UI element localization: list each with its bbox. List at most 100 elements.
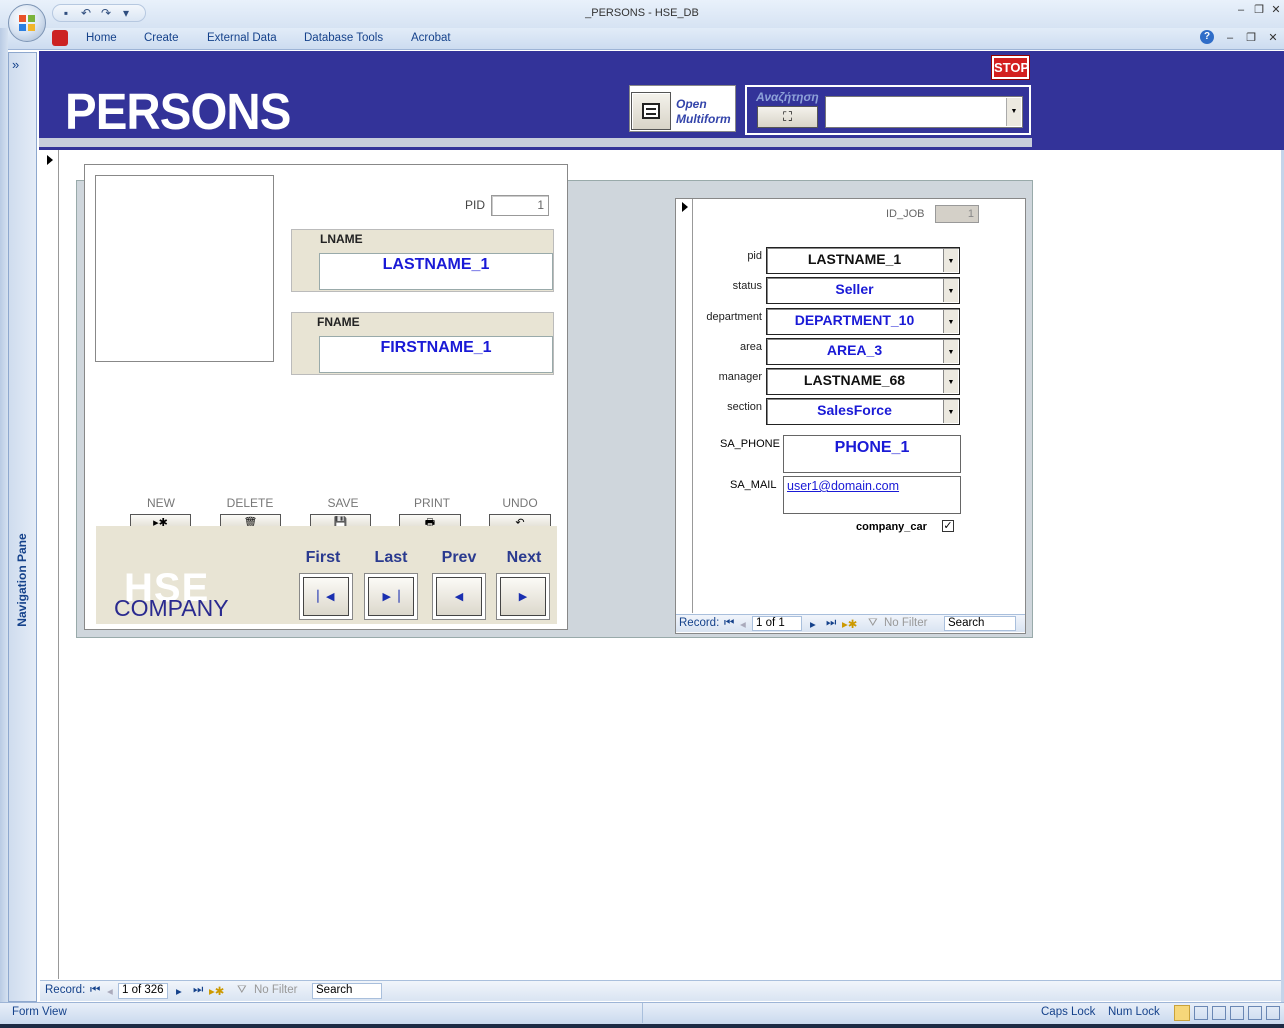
pid-field[interactable]: 1 [491, 195, 549, 216]
fname-label: FNAME [317, 315, 360, 329]
office-logo-icon [19, 15, 35, 31]
save-icon[interactable]: ▪ [59, 6, 73, 20]
prev-record-icon[interactable]: ◂ [107, 984, 113, 998]
first-record-icon: ▏◀ [303, 577, 349, 616]
last-label: Last [374, 549, 408, 566]
layout-view-icon[interactable] [1248, 1006, 1262, 1020]
navigation-pane-label: Navigation Pane [15, 533, 29, 627]
chevron-down-icon[interactable]: ▼ [943, 400, 958, 423]
tab-acrobat[interactable]: Acrobat [411, 32, 451, 44]
design-view-icon[interactable] [1266, 1006, 1280, 1020]
first-record-button[interactable]: ▏◀ [299, 573, 353, 620]
mail-field[interactable]: user1@domain.com [783, 476, 961, 514]
last-record-icon[interactable]: ⏭ [826, 617, 836, 630]
chevron-down-icon[interactable]: ▼ [943, 340, 958, 363]
status-divider [642, 1003, 643, 1023]
chevron-down-icon[interactable]: ▼ [1006, 98, 1021, 126]
area-label: area [739, 341, 762, 353]
undo-label: UNDO [502, 496, 538, 510]
current-record-icon [47, 155, 53, 165]
record-selector[interactable] [40, 150, 59, 979]
customize-qat-icon[interactable]: ▾ [119, 6, 133, 20]
prev-record-icon[interactable]: ◂ [740, 617, 746, 631]
prev-record-button[interactable]: ◀ [432, 573, 486, 620]
main-filter-label[interactable]: No Filter [254, 984, 297, 996]
close-icon[interactable]: ✕ [1268, 3, 1284, 17]
search-combobox[interactable]: ▼ [825, 96, 1023, 128]
window-left-edge [0, 28, 8, 1002]
manager-combobox[interactable]: LASTNAME_68 ▼ [766, 368, 960, 395]
chevron-down-icon[interactable]: ▼ [943, 310, 958, 333]
next-record-icon: ▶ [500, 577, 546, 616]
no-filter-icon[interactable]: ⛛ [237, 984, 247, 997]
first-record-icon[interactable]: ⏮ [90, 984, 100, 997]
company-car-checkbox[interactable]: ✓ [942, 520, 954, 532]
tab-home[interactable]: Home [86, 32, 117, 44]
area-combobox[interactable]: AREA_3 ▼ [766, 338, 960, 365]
subform-record-label: Record: [679, 617, 720, 629]
lname-field[interactable]: LASTNAME_1 [319, 253, 553, 290]
checkmark-icon: ✓ [943, 520, 953, 532]
mail-link[interactable]: user1@domain.com [787, 479, 899, 493]
find-button[interactable]: ⛶ [757, 106, 818, 128]
redo-icon[interactable]: ↷ [99, 6, 113, 20]
tab-database-tools[interactable]: Database Tools [304, 32, 383, 44]
subform-record-selector[interactable] [676, 199, 693, 613]
company-car-label: company_car [856, 521, 927, 533]
first-label: First [305, 549, 341, 566]
chevron-down-icon[interactable]: ▼ [943, 370, 958, 393]
section-combobox[interactable]: SalesForce ▼ [766, 398, 960, 425]
subform-search-input[interactable]: Search [944, 616, 1016, 631]
prev-record-icon: ◀ [436, 577, 482, 616]
subform-filter-label[interactable]: No Filter [884, 617, 927, 629]
main-record-position[interactable]: 1 of 326 [118, 983, 168, 999]
new-record-icon[interactable]: ▸✱ [842, 617, 857, 631]
undo-icon[interactable]: ↶ [79, 6, 93, 20]
subform-record-position[interactable]: 1 of 1 [752, 616, 802, 631]
restore-icon[interactable]: ❐ [1251, 3, 1267, 17]
no-filter-icon[interactable]: ⛛ [868, 617, 878, 630]
next-record-icon[interactable]: ▸ [176, 984, 182, 998]
save-label: SAVE [327, 496, 359, 510]
last-record-icon: ▶▕ [368, 577, 414, 616]
main-search-input[interactable]: Search [312, 983, 382, 999]
minimize-icon[interactable]: – [1233, 3, 1249, 17]
ribbon [0, 28, 1284, 50]
pivot-chart-view-icon[interactable] [1230, 1006, 1244, 1020]
expand-nav-icon[interactable]: » [12, 57, 19, 72]
manager-label: manager [718, 371, 762, 383]
main-record-bar: Record: ⏮ ◂ 1 of 326 ▸ ⏭ ▸✱ ⛛ No Filter … [40, 980, 1281, 1001]
office-button[interactable] [8, 4, 46, 42]
person-photo[interactable] [95, 175, 274, 362]
help-icon[interactable]: ? [1200, 30, 1214, 44]
first-record-icon[interactable]: ⏮ [724, 617, 734, 630]
last-record-icon[interactable]: ⏭ [193, 984, 203, 997]
job-pid-combobox[interactable]: LASTNAME_1 ▼ [766, 247, 960, 274]
chevron-down-icon[interactable]: ▼ [943, 249, 958, 272]
tab-external-data[interactable]: External Data [207, 32, 277, 44]
doc-restore-icon[interactable]: ❐ [1243, 31, 1259, 45]
acrobat-app-icon [52, 30, 68, 46]
new-record-icon[interactable]: ▸✱ [209, 984, 224, 998]
pivot-table-view-icon[interactable] [1212, 1006, 1226, 1020]
datasheet-view-icon[interactable] [1194, 1006, 1208, 1020]
department-combobox[interactable]: DEPARTMENT_10 ▼ [766, 308, 960, 335]
last-record-button[interactable]: ▶▕ [364, 573, 418, 620]
chevron-down-icon[interactable]: ▼ [943, 279, 958, 302]
navigation-pane[interactable]: » Navigation Pane [8, 52, 37, 1002]
doc-minimize-icon[interactable]: – [1222, 31, 1238, 45]
form-icon [642, 103, 660, 119]
open-multiform-button[interactable] [631, 92, 671, 130]
phone-field[interactable]: PHONE_1 [783, 435, 961, 473]
id-job-label: ID_JOB [886, 208, 925, 220]
doc-close-icon[interactable]: ✕ [1265, 31, 1281, 45]
status-combobox[interactable]: Seller ▼ [766, 277, 960, 304]
next-record-icon[interactable]: ▸ [810, 617, 816, 631]
view-status: Form View [12, 1006, 67, 1018]
next-record-button[interactable]: ▶ [496, 573, 550, 620]
section-label: section [727, 401, 762, 413]
tab-create[interactable]: Create [144, 32, 179, 44]
stop-button[interactable]: STOP [991, 55, 1030, 80]
form-view-icon[interactable] [1174, 1005, 1190, 1021]
fname-field[interactable]: FIRSTNAME_1 [319, 336, 553, 373]
